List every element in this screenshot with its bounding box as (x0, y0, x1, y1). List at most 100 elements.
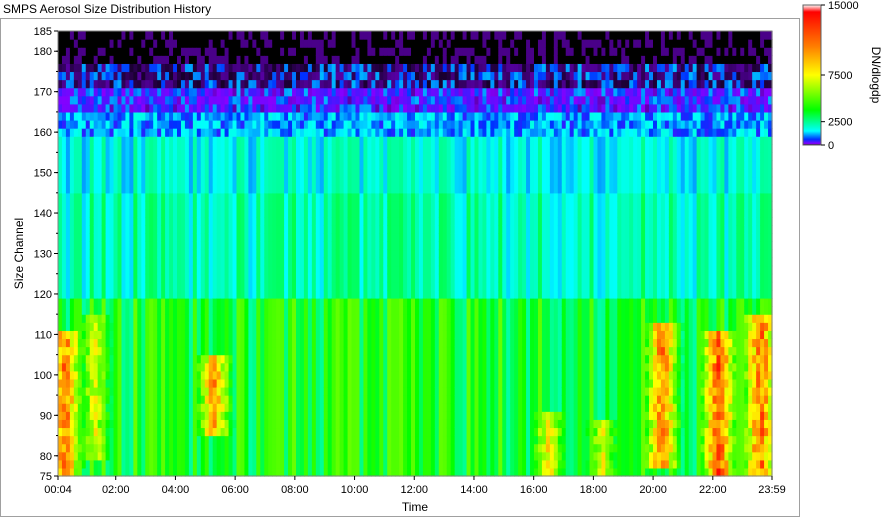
heatmap-cell (315, 176, 321, 186)
heatmap-cell (129, 265, 134, 275)
heatmap-cell (109, 160, 115, 170)
heatmap-cell (204, 241, 210, 251)
heatmap-cell (200, 71, 206, 81)
heatmap-cell (65, 249, 71, 259)
heatmap-cell (244, 330, 249, 340)
heatmap-cell (395, 63, 400, 73)
heatmap-cell (173, 136, 178, 145)
heatmap-cell (121, 435, 127, 445)
heatmap-cell (415, 168, 420, 178)
heatmap-cell (200, 346, 206, 356)
heatmap-cell (81, 387, 87, 396)
heatmap-cell (117, 79, 123, 89)
heatmap-cell (105, 160, 111, 170)
heatmap-cell (248, 95, 253, 105)
heatmap-cell (359, 459, 365, 469)
heatmap-cell (129, 144, 134, 153)
heatmap-cell (81, 346, 87, 356)
heatmap-cell (69, 265, 75, 275)
heatmap-cell (117, 419, 123, 429)
heatmap-cell (311, 419, 317, 429)
heatmap-cell (121, 298, 127, 307)
heatmap-cell (335, 168, 341, 178)
heatmap-cell (351, 435, 357, 445)
heatmap-cell (240, 346, 246, 356)
heatmap-cell (268, 136, 273, 145)
heatmap-cell (61, 411, 67, 420)
heatmap-cell (299, 47, 305, 56)
heatmap-cell (260, 241, 265, 251)
heatmap-cell (244, 354, 249, 364)
heatmap-cell (216, 39, 222, 48)
heatmap-cell (65, 435, 71, 445)
heatmap-cell (311, 281, 317, 291)
heatmap-cell (141, 111, 146, 121)
heatmap-cell (169, 443, 174, 453)
heatmap-cell (415, 435, 420, 445)
heatmap-cell (61, 200, 67, 210)
heatmap-cell (379, 160, 384, 170)
heatmap-cell (141, 459, 146, 469)
heatmap-cell (383, 87, 388, 97)
heatmap-cell (319, 403, 325, 412)
heatmap-cell (367, 184, 372, 194)
heatmap-cell (280, 47, 285, 56)
heatmap-cell (272, 111, 277, 121)
heatmap-cell (276, 322, 281, 331)
heatmap-cell (173, 273, 178, 283)
heatmap-cell (355, 322, 361, 331)
heatmap-cell (196, 435, 202, 445)
heatmap-cell (391, 120, 396, 129)
heatmap-cell (288, 281, 293, 291)
heatmap-cell (280, 395, 285, 404)
heatmap-cell (375, 31, 380, 40)
heatmap-cell (61, 209, 67, 218)
heatmap-cell (407, 63, 412, 73)
heatmap-cell (323, 362, 329, 372)
heatmap-cell (97, 451, 103, 461)
heatmap-cell (125, 467, 130, 477)
heatmap-cell (339, 152, 345, 162)
heatmap-cell (284, 111, 289, 121)
heatmap-cell (260, 103, 265, 113)
heatmap-cell (208, 136, 214, 145)
heatmap-cell (395, 192, 400, 202)
heatmap-cell (196, 209, 202, 218)
heatmap-cell (157, 103, 162, 113)
heatmap-cell (415, 120, 420, 129)
heatmap-cell (73, 217, 79, 226)
heatmap-cell (311, 79, 317, 89)
heatmap-cell (204, 184, 210, 194)
heatmap-cell (351, 103, 357, 113)
heatmap-cell (192, 55, 198, 64)
heatmap-cell (276, 427, 281, 437)
heatmap-cell (375, 233, 380, 242)
heatmap-cell (375, 362, 380, 372)
heatmap-cell (387, 257, 392, 267)
heatmap-cell (125, 419, 130, 429)
heatmap-cell (149, 120, 154, 129)
heatmap-cell (228, 87, 234, 97)
heatmap-cell (335, 71, 341, 81)
heatmap-cell (129, 249, 134, 259)
heatmap-cell (73, 192, 79, 202)
heatmap-cell (149, 346, 154, 356)
heatmap-cell (69, 95, 75, 105)
heatmap-cell (93, 354, 99, 364)
heatmap-cell (121, 306, 127, 315)
heatmap-cell (133, 241, 138, 251)
heatmap-cell (323, 451, 329, 461)
heatmap-cell (387, 160, 392, 170)
heatmap-cell (315, 95, 321, 105)
heatmap-cell (303, 265, 309, 275)
heatmap-cell (81, 378, 87, 388)
heatmap-cell (121, 403, 127, 412)
heatmap-cell (272, 273, 277, 283)
heatmap-cell (188, 435, 194, 445)
heatmap-cell (61, 144, 67, 153)
heatmap-cell (292, 330, 297, 340)
heatmap-cell (339, 192, 345, 202)
heatmap-cell (276, 338, 281, 348)
heatmap-cell (180, 103, 186, 113)
heatmap-cell (240, 87, 246, 97)
